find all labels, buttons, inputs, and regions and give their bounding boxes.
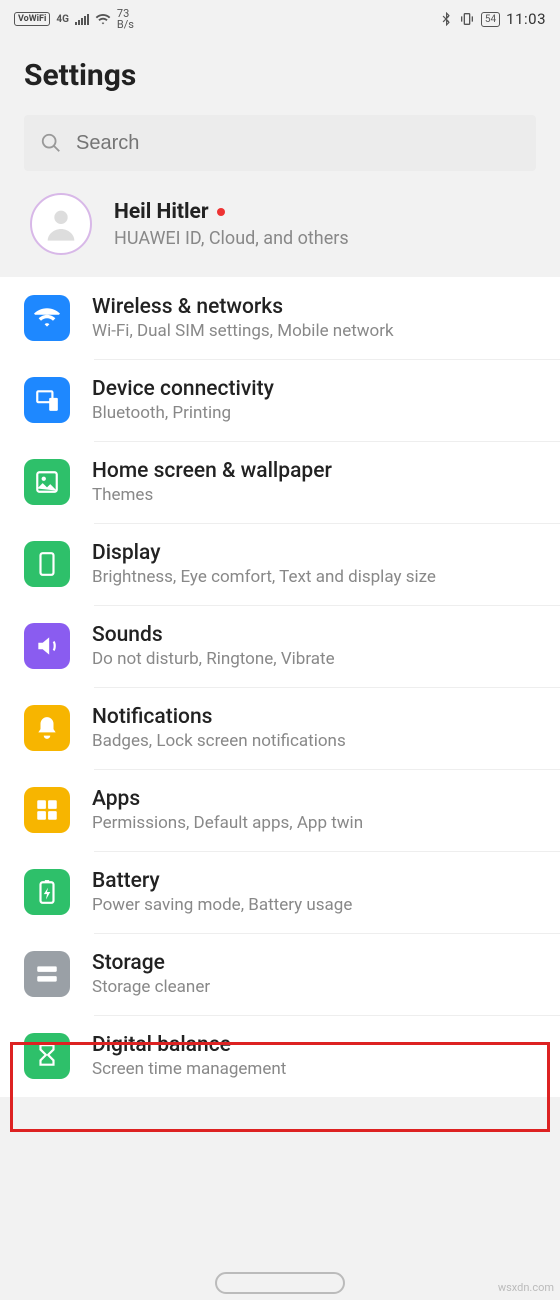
row-subtitle: Do not disturb, Ringtone, Vibrate [92, 649, 542, 669]
row-subtitle: Themes [92, 485, 542, 505]
signal-icon [75, 14, 89, 25]
row-subtitle: Bluetooth, Printing [92, 403, 542, 423]
hourglass-icon [24, 1033, 70, 1079]
status-bar: VoWiFi 4G 73 B/s 54 11:03 [0, 0, 560, 30]
search-icon [40, 132, 62, 154]
avatar [30, 193, 92, 255]
settings-row-display[interactable]: Display Brightness, Eye comfort, Text an… [0, 523, 560, 605]
settings-row-hourglass[interactable]: Digital balance Screen time management [0, 1015, 560, 1097]
account-row[interactable]: Heil Hitler HUAWEI ID, Cloud, and others [0, 171, 560, 277]
sound-icon [24, 623, 70, 669]
storage-icon [24, 951, 70, 997]
settings-row-grid[interactable]: Apps Permissions, Default apps, App twin [0, 769, 560, 851]
row-subtitle: Storage cleaner [92, 977, 542, 997]
battery-indicator: 54 [481, 12, 500, 27]
settings-row-sound[interactable]: Sounds Do not disturb, Ringtone, Vibrate [0, 605, 560, 687]
settings-row-wifi[interactable]: Wireless & networks Wi-Fi, Dual SIM sett… [0, 277, 560, 359]
settings-row-bell[interactable]: Notifications Badges, Lock screen notifi… [0, 687, 560, 769]
vibrate-icon [459, 11, 475, 27]
row-title: Notifications [92, 705, 542, 729]
vowifi-badge: VoWiFi [14, 12, 50, 26]
nav-pill[interactable] [215, 1272, 345, 1294]
wifi-status-icon [95, 11, 111, 27]
devices-icon [24, 377, 70, 423]
row-title: Home screen & wallpaper [92, 459, 542, 483]
row-subtitle: Badges, Lock screen notifications [92, 731, 542, 751]
row-title: Battery [92, 869, 542, 893]
data-rate: 73 B/s [117, 8, 134, 30]
row-title: Digital balance [92, 1033, 542, 1057]
status-right: 54 11:03 [439, 10, 546, 28]
grid-icon [24, 787, 70, 833]
row-title: Sounds [92, 623, 542, 647]
row-subtitle: Brightness, Eye comfort, Text and displa… [92, 567, 542, 587]
network-type: 4G [56, 15, 69, 24]
nav-bar [0, 1272, 560, 1294]
row-title: Display [92, 541, 542, 565]
row-title: Device connectivity [92, 377, 542, 401]
search-input[interactable] [76, 132, 520, 155]
watermark: wsxdn.com [498, 1281, 554, 1294]
row-title: Wireless & networks [92, 295, 542, 319]
settings-row-devices[interactable]: Device connectivity Bluetooth, Printing [0, 359, 560, 441]
clock: 11:03 [506, 10, 546, 28]
notification-dot-icon [217, 208, 225, 216]
image-icon [24, 459, 70, 505]
row-subtitle: Power saving mode, Battery usage [92, 895, 542, 915]
battery-icon [24, 869, 70, 915]
row-title: Apps [92, 787, 542, 811]
account-subtitle: HUAWEI ID, Cloud, and others [114, 228, 349, 249]
wifi-icon [24, 295, 70, 341]
settings-list: Wireless & networks Wi-Fi, Dual SIM sett… [0, 277, 560, 1097]
row-title: Storage [92, 951, 542, 975]
bluetooth-icon [439, 12, 453, 26]
settings-row-image[interactable]: Home screen & wallpaper Themes [0, 441, 560, 523]
settings-row-storage[interactable]: Storage Storage cleaner [0, 933, 560, 1015]
row-subtitle: Screen time management [92, 1059, 542, 1079]
display-icon [24, 541, 70, 587]
row-subtitle: Permissions, Default apps, App twin [92, 813, 542, 833]
page-title: Settings [0, 30, 560, 115]
bell-icon [24, 705, 70, 751]
status-left: VoWiFi 4G 73 B/s [14, 8, 134, 30]
search-bar[interactable] [24, 115, 536, 171]
settings-row-battery[interactable]: Battery Power saving mode, Battery usage [0, 851, 560, 933]
row-subtitle: Wi-Fi, Dual SIM settings, Mobile network [92, 321, 542, 341]
account-name: Heil Hitler [114, 200, 349, 224]
